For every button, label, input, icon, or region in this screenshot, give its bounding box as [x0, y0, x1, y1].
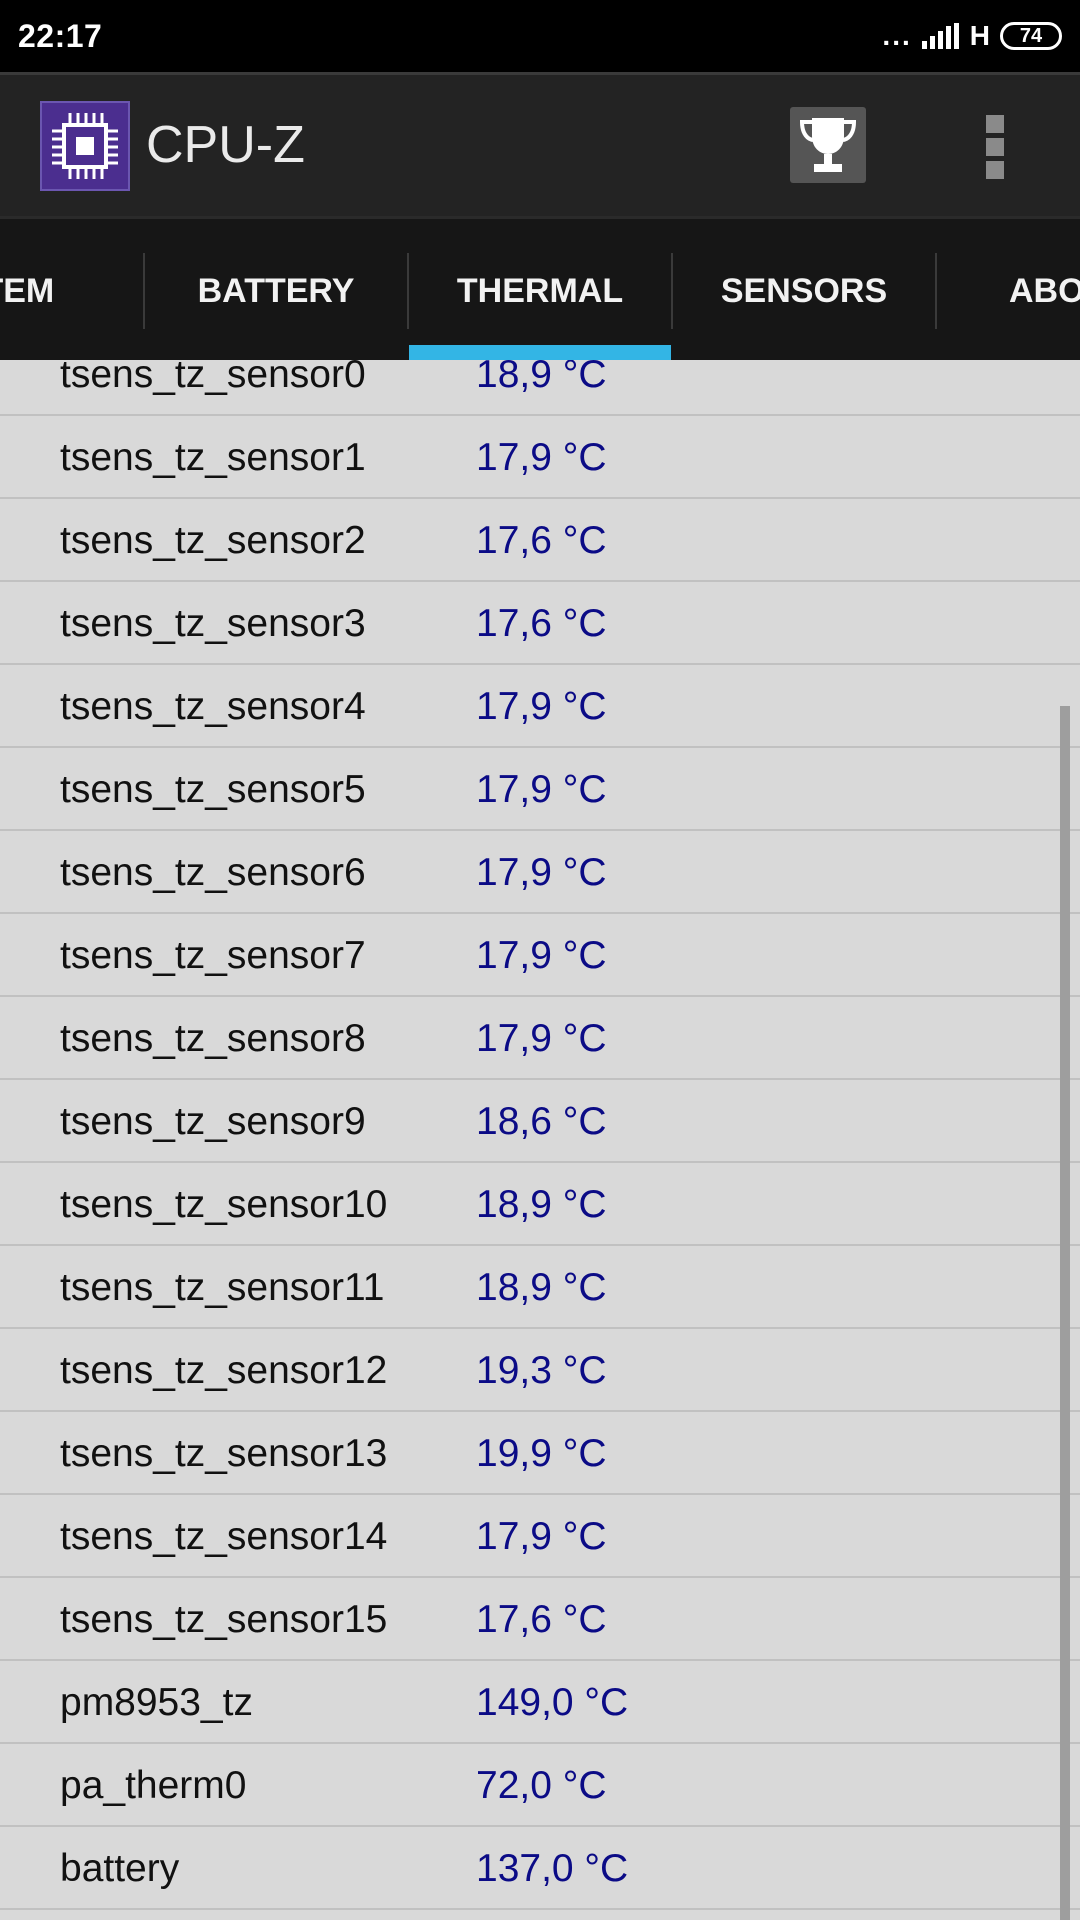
list-item: tsens_tz_sensor15 17,6 °C	[0, 1578, 1080, 1661]
tab-battery[interactable]: BATTERY	[145, 219, 407, 360]
sensor-name: tsens_tz_sensor8	[60, 1017, 366, 1060]
sensor-temperature: 19,9 °C	[476, 1432, 607, 1475]
sensor-name: tsens_tz_sensor7	[60, 934, 366, 977]
scrollbar[interactable]	[1060, 706, 1070, 1920]
sensor-temperature: 18,9 °C	[476, 1183, 607, 1226]
battery-icon: 74	[1000, 22, 1062, 50]
list-item: tsens_tz_sensor11 18,9 °C	[0, 1246, 1080, 1329]
tab-system[interactable]: STEM	[0, 219, 144, 360]
list-item: tsens_tz_sensor5 17,9 °C	[0, 748, 1080, 831]
list-item: tsens_tz_sensor9 18,6 °C	[0, 1080, 1080, 1163]
sensor-temperature: 72,0 °C	[476, 1764, 607, 1807]
list-item: pa_therm0 72,0 °C	[0, 1744, 1080, 1827]
sensor-name: tsens_tz_sensor11	[60, 1266, 385, 1309]
sensor-name: tsens_tz_sensor14	[60, 1515, 388, 1558]
list-item: tsens_tz_sensor10 18,9 °C	[0, 1163, 1080, 1246]
network-type: H	[969, 20, 990, 51]
sensor-name: tsens_tz_sensor3	[60, 602, 366, 645]
cpu-chip-icon	[40, 101, 130, 191]
sensor-name: tsens_tz_sensor4	[60, 685, 366, 728]
sensor-temperature: 17,6 °C	[476, 1598, 607, 1641]
sensor-name: pa_therm0	[60, 1764, 247, 1807]
list-item: pm8953_tz 149,0 °C	[0, 1661, 1080, 1744]
sensor-name: tsens_tz_sensor13	[60, 1432, 388, 1475]
status-icons: ... H 74	[882, 18, 1062, 54]
sensor-temperature: 19,3 °C	[476, 1349, 607, 1392]
list-item: tsens_tz_sensor14 17,9 °C	[0, 1495, 1080, 1578]
sensor-name: battery	[60, 1847, 180, 1890]
list-item: battery 137,0 °C	[0, 1827, 1080, 1910]
sensor-temperature: 17,9 °C	[476, 851, 607, 894]
sensor-temperature: 18,9 °C	[476, 360, 607, 396]
app-bar: CPU-Z	[0, 72, 1080, 216]
sensor-temperature: 17,9 °C	[476, 768, 607, 811]
list-item: tsens_tz_sensor8 17,9 °C	[0, 997, 1080, 1080]
sensor-temperature: 18,6 °C	[476, 1100, 607, 1143]
sensor-temperature: 17,6 °C	[476, 602, 607, 645]
list-item: tsens_tz_sensor7 17,9 °C	[0, 914, 1080, 997]
sensor-temperature: 137,0 °C	[476, 1847, 629, 1890]
sensor-temperature: 17,6 °C	[476, 519, 607, 562]
tab-thermal[interactable]: THERMAL	[409, 219, 671, 360]
list-item: tsens_tz_sensor0 18,9 °C	[0, 360, 1080, 416]
trophy-button[interactable]	[790, 107, 866, 183]
sensor-temperature: 17,9 °C	[476, 436, 607, 479]
sensor-name: tsens_tz_sensor2	[60, 519, 366, 562]
selected-tab-indicator	[409, 345, 671, 360]
list-item: tsens_tz_sensor13 19,9 °C	[0, 1412, 1080, 1495]
sensor-temperature: 17,9 °C	[476, 934, 607, 977]
sensor-name: tsens_tz_sensor1	[60, 436, 366, 479]
overflow-menu-icon[interactable]	[980, 115, 1010, 179]
sensor-temperature: 17,9 °C	[476, 1515, 607, 1558]
tab-about[interactable]: ABO	[937, 219, 1080, 360]
sensor-name: pm8953_tz	[60, 1681, 253, 1724]
sensor-name: tsens_tz_sensor10	[60, 1183, 388, 1226]
sensor-name: tsens_tz_sensor5	[60, 768, 366, 811]
sensor-temperature: 18,9 °C	[476, 1266, 607, 1309]
battery-level: 74	[1019, 24, 1043, 47]
list-item: tsens_tz_sensor6 17,9 °C	[0, 831, 1080, 914]
list-item: tsens_tz_sensor4 17,9 °C	[0, 665, 1080, 748]
list-item: tsens_tz_sensor3 17,6 °C	[0, 582, 1080, 665]
sensor-temperature: 17,9 °C	[476, 1017, 607, 1060]
sensor-name: tsens_tz_sensor12	[60, 1349, 388, 1392]
sensor-name: tsens_tz_sensor6	[60, 851, 366, 894]
list-item: tsens_tz_sensor2 17,6 °C	[0, 499, 1080, 582]
thermal-list[interactable]: tsens_tz_sensor0 18,9 °C tsens_tz_sensor1…	[0, 360, 1080, 1920]
signal-strength-icon	[921, 23, 962, 49]
list-item: tsens_tz_sensor1 17,9 °C	[0, 416, 1080, 499]
status-time: 22:17	[18, 18, 103, 54]
sensor-name: tsens_tz_sensor9	[60, 1100, 366, 1143]
status-bar: 22:17 ... H 74	[0, 0, 1080, 72]
tab-sensors[interactable]: SENSORS	[673, 219, 935, 360]
sensor-name: tsens_tz_sensor0	[60, 360, 366, 396]
tab-bar: STEM BATTERY THERMAL SENSORS ABO	[0, 216, 1080, 360]
notification-dots-icon: ...	[882, 20, 912, 51]
app-title: CPU-Z	[146, 116, 305, 174]
sensor-temperature: 17,9 °C	[476, 685, 607, 728]
list-item: tsens_tz_sensor12 19,3 °C	[0, 1329, 1080, 1412]
sensor-name: tsens_tz_sensor15	[60, 1598, 388, 1641]
trophy-icon	[799, 118, 857, 172]
sensor-temperature: 149,0 °C	[476, 1681, 629, 1724]
